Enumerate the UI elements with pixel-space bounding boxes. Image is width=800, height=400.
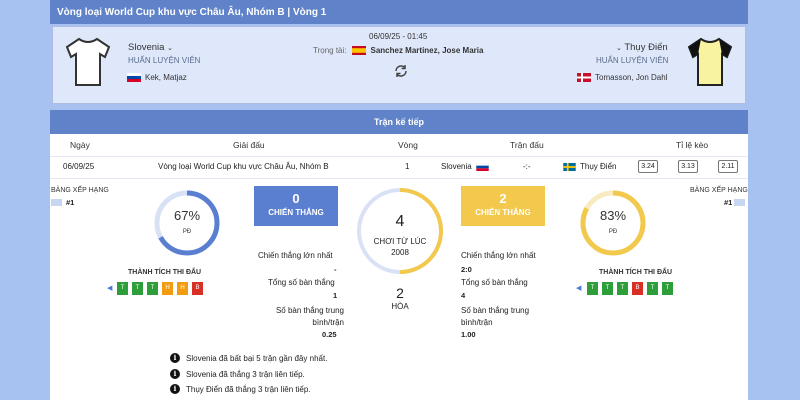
home-form-title: THÀNH TÍCH THI ĐẤU — [128, 269, 202, 276]
competition-header: Vòng loại World Cup khu vực Châu Âu, Nhó… — [50, 0, 748, 24]
denmark-flag-icon — [577, 73, 591, 82]
h2h-donut — [357, 188, 444, 274]
home-standings-label: BẢNG XẾP HẠNG — [51, 187, 109, 194]
home-biggest-win: - — [334, 265, 337, 274]
home-wins-count: 0 — [292, 191, 300, 206]
away-rank[interactable]: #1 — [724, 198, 732, 207]
form-result-badge: T — [587, 282, 598, 295]
arrow-left-icon: ◀ — [107, 285, 113, 292]
home-goals-label: Tổng số bàn thắng — [268, 278, 335, 287]
chevron-down-icon[interactable]: ⌄ — [616, 45, 622, 52]
home-coach: Kek, Matjaz — [127, 73, 187, 82]
match-datetime: 06/09/25 - 01:45 — [369, 32, 428, 41]
home-biggest-win-label: Chiến thắng lớn nhất — [258, 251, 333, 260]
header-date: Ngày — [70, 140, 90, 150]
slovenia-flag-icon — [475, 162, 489, 171]
home-team-name[interactable]: Slovenia ⌄ — [128, 42, 173, 53]
away-coach-label: HUẤN LUYỆN VIÊN — [596, 56, 669, 65]
row-round: 1 — [405, 162, 410, 171]
odds-home[interactable]: 3.24 — [638, 160, 658, 173]
form-result-badge: H — [177, 282, 188, 295]
away-wins-box: 2 CHIẾN THẮNG — [461, 186, 545, 226]
row-away[interactable]: Thụy Điển — [563, 162, 616, 171]
header-match: Trận đấu — [510, 140, 544, 150]
row-date: 06/09/25 — [63, 162, 95, 171]
away-pd-label: PĐ — [608, 229, 618, 235]
home-avg-label: Số bàn thắng trung bình/trận — [275, 306, 344, 327]
home-wins-label: CHIẾN THẮNG — [268, 208, 324, 217]
form-result-badge: T — [662, 282, 673, 295]
away-goals: 4 — [461, 291, 466, 300]
away-rank-bar — [734, 199, 745, 206]
h2h-draws: 2 — [396, 285, 404, 301]
chevron-down-icon[interactable]: ⌄ — [167, 45, 173, 52]
form-result-badge: T — [617, 282, 628, 295]
form-result-badge: B — [632, 282, 643, 295]
sweden-flag-icon — [563, 162, 576, 171]
away-avg: 1.00 — [461, 330, 476, 339]
away-pd-value: 83% — [599, 208, 627, 223]
home-rank[interactable]: #1 — [66, 198, 74, 207]
form-result-badge: T — [117, 282, 128, 295]
away-avg-label: Số bàn thắng trung bình/trận — [461, 306, 530, 327]
referee-name: Sanchez Martinez, Jose Maria — [370, 46, 484, 55]
section-title: Trận kế tiếp — [50, 110, 748, 134]
row-home[interactable]: Slovenia — [441, 162, 489, 171]
row-league[interactable]: Vòng loại World Cup khu vực Châu Âu, Nhó… — [158, 162, 329, 171]
form-result-badge: H — [162, 282, 173, 295]
home-shirt-icon — [65, 37, 111, 86]
info-icon: i — [170, 353, 180, 363]
home-pd-value: 67% — [173, 208, 201, 223]
slovenia-flag-icon — [127, 73, 141, 82]
away-goals-label: Tổng số bàn thắng — [461, 278, 528, 287]
referee-row: Trọng tài: Sanchez Martinez, Jose Maria — [313, 46, 483, 55]
away-standings-label: BẢNG XẾP HẠNG — [690, 187, 748, 194]
away-biggest-win-label: Chiến thắng lớn nhất — [461, 251, 536, 260]
header-league: Giải đấu — [233, 140, 265, 150]
header-odds: Tỉ lệ kèo — [676, 140, 709, 150]
info-icon: i — [170, 369, 180, 379]
away-shirt-icon — [687, 37, 733, 86]
row-score: -:- — [523, 162, 531, 171]
away-pd-donut — [580, 190, 646, 256]
refresh-icon[interactable] — [393, 63, 409, 79]
form-result-badge: T — [602, 282, 613, 295]
home-avg: 0.25 — [322, 330, 337, 339]
h2h-total: 4 — [395, 213, 405, 230]
spain-flag-icon — [351, 46, 366, 55]
note-item: i Thụy Điển đã thắng 3 trận liên tiếp. — [170, 384, 311, 394]
competition-title: Vòng loại World Cup khu vực Châu Âu, Nhó… — [57, 7, 327, 18]
odds-draw[interactable]: 3.13 — [678, 160, 698, 173]
h2h-since-label: CHƠI TỪ LÚC — [373, 237, 427, 246]
form-result-badge: T — [647, 282, 658, 295]
form-result-badge: B — [192, 282, 203, 295]
away-team-name[interactable]: ⌄ Thụy Điển — [616, 42, 668, 53]
odds-away[interactable]: 2.11 — [718, 160, 738, 173]
h2h-draws-label: HÒA — [391, 302, 409, 311]
h2h-since-year: 2008 — [391, 248, 409, 257]
home-pd-donut — [154, 190, 220, 256]
note-item: i Slovenia đã thắng 3 trận liên tiếp. — [170, 369, 305, 379]
away-form-title: THÀNH TÍCH THI ĐẤU — [599, 269, 673, 276]
away-biggest-win: 2:0 — [461, 265, 472, 274]
header-round: Vòng — [398, 140, 418, 150]
info-icon: i — [170, 384, 180, 394]
arrow-left-icon: ◀ — [576, 285, 582, 292]
home-goals: 1 — [333, 291, 338, 300]
referee-label: Trọng tài: — [313, 46, 347, 55]
away-wins-count: 2 — [499, 191, 507, 206]
form-result-badge: T — [147, 282, 158, 295]
away-coach: Tomasson, Jon Dahl — [577, 73, 667, 82]
away-wins-label: CHIẾN THẮNG — [475, 208, 531, 217]
home-pd-label: PĐ — [182, 229, 192, 235]
home-rank-bar — [51, 199, 62, 206]
home-coach-label: HUẤN LUYỆN VIÊN — [128, 56, 201, 65]
note-item: i Slovenia đã bất bại 5 trận gần đây nhất… — [170, 353, 327, 363]
form-result-badge: T — [132, 282, 143, 295]
home-wins-box: 0 CHIẾN THẮNG — [254, 186, 338, 226]
match-panel: Slovenia ⌄ HUẤN LUYỆN VIÊN Kek, Matjaz 0… — [52, 26, 746, 104]
